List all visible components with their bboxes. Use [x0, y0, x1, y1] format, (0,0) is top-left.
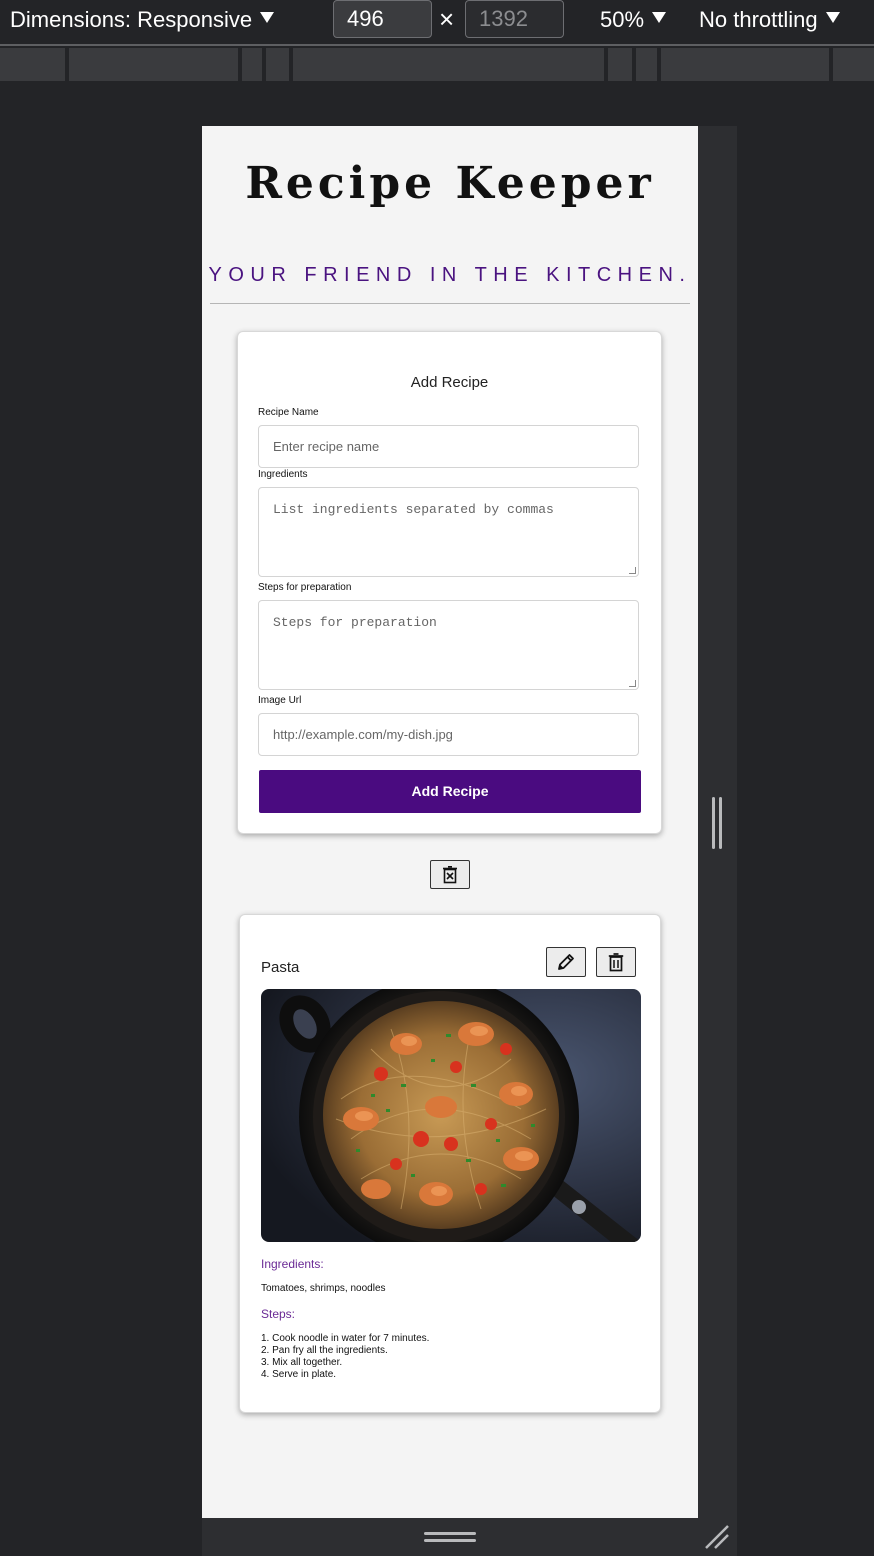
dimensions-label: Dimensions: Responsive	[10, 7, 253, 32]
steps-placeholder: Steps for preparation	[273, 615, 437, 630]
image-url-input[interactable]: http://example.com/my-dish.jpg	[258, 713, 639, 756]
toolbar-divider	[0, 44, 874, 46]
ruler-divider	[657, 48, 661, 81]
times-separator: ×	[439, 4, 455, 34]
width-input[interactable]: 496	[333, 0, 432, 38]
form-heading: Add Recipe	[410, 374, 489, 391]
add-recipe-form: Add Recipe Recipe Name Enter recipe name…	[237, 331, 662, 834]
devtools-toolbar: Dimensions: Responsive 496 × 1392 50% No…	[0, 0, 874, 44]
steps-title: Steps:	[261, 1307, 296, 1321]
ingredients-text: Tomatoes, shrimps, noodles	[261, 1283, 386, 1294]
ingredients-placeholder: List ingredients separated by commas	[273, 502, 554, 517]
grip-line	[424, 1532, 476, 1535]
grip-line	[712, 797, 715, 849]
device-viewport: Recipe Keeper YOUR FRIEND IN THE KITCHEN…	[202, 126, 698, 1518]
site-title: Recipe Keeper	[245, 158, 655, 209]
bottom-resize-handle[interactable]	[202, 1518, 737, 1556]
chevron-down-icon	[652, 12, 667, 23]
corner-resize-icon[interactable]	[704, 1524, 730, 1550]
header-divider	[210, 303, 690, 304]
resize-handle-icon[interactable]	[629, 680, 636, 687]
grip-line	[719, 797, 722, 849]
ingredients-label: Ingredients	[258, 469, 308, 480]
throttling-label: No throttling	[699, 7, 818, 32]
clear-all-button[interactable]	[430, 860, 470, 889]
ruler-divider	[604, 48, 608, 81]
grip-line	[424, 1539, 476, 1542]
ruler-divider	[238, 48, 242, 81]
trash-icon	[608, 952, 624, 971]
recipe-name-label: Recipe Name	[258, 407, 319, 418]
recipe-name: Pasta	[261, 959, 300, 976]
ruler-divider	[289, 48, 293, 81]
throttling-dropdown[interactable]: No throttling	[699, 4, 840, 36]
ruler-divider	[65, 48, 69, 81]
step-item: 2. Pan fry all the ingredients.	[261, 1345, 388, 1356]
trash-x-icon	[443, 865, 457, 883]
pencil-icon	[558, 954, 574, 970]
steps-textarea[interactable]: Steps for preparation	[258, 600, 639, 690]
image-url-label: Image Url	[258, 695, 302, 706]
step-item: 3. Mix all together.	[261, 1357, 343, 1368]
recipe-image	[261, 989, 641, 1242]
ingredients-title: Ingredients:	[261, 1257, 324, 1271]
resize-handle-icon[interactable]	[629, 567, 636, 574]
step-item: 4. Serve in plate.	[261, 1369, 337, 1380]
step-item: 1. Cook noodle in water for 7 minutes.	[261, 1333, 430, 1344]
site-subtitle: YOUR FRIEND IN THE KITCHEN.	[208, 264, 692, 286]
chevron-down-icon	[825, 12, 840, 23]
zoom-label: 50%	[600, 7, 645, 32]
ruler-divider	[262, 48, 266, 81]
height-input[interactable]: 1392	[465, 0, 564, 38]
add-recipe-button[interactable]: Add Recipe	[259, 770, 641, 813]
zoom-dropdown[interactable]: 50%	[600, 4, 667, 36]
delete-button[interactable]	[596, 947, 636, 977]
ruler-divider	[829, 48, 833, 81]
recipe-name-input[interactable]: Enter recipe name	[258, 425, 639, 468]
edit-button[interactable]	[546, 947, 586, 977]
chevron-down-icon	[260, 12, 275, 23]
media-query-bar[interactable]	[0, 48, 874, 81]
recipe-card: Pasta Ingredients: Tomatoes, shrimps, no…	[239, 914, 661, 1413]
steps-label: Steps for preparation	[258, 582, 352, 593]
right-resize-handle[interactable]	[698, 126, 737, 1518]
dimensions-dropdown[interactable]: Dimensions: Responsive	[10, 4, 275, 36]
ruler-divider	[632, 48, 636, 81]
ingredients-textarea[interactable]: List ingredients separated by commas	[258, 487, 639, 577]
steps-list: 1. Cook noodle in water for 7 minutes. 2…	[261, 1333, 429, 1381]
